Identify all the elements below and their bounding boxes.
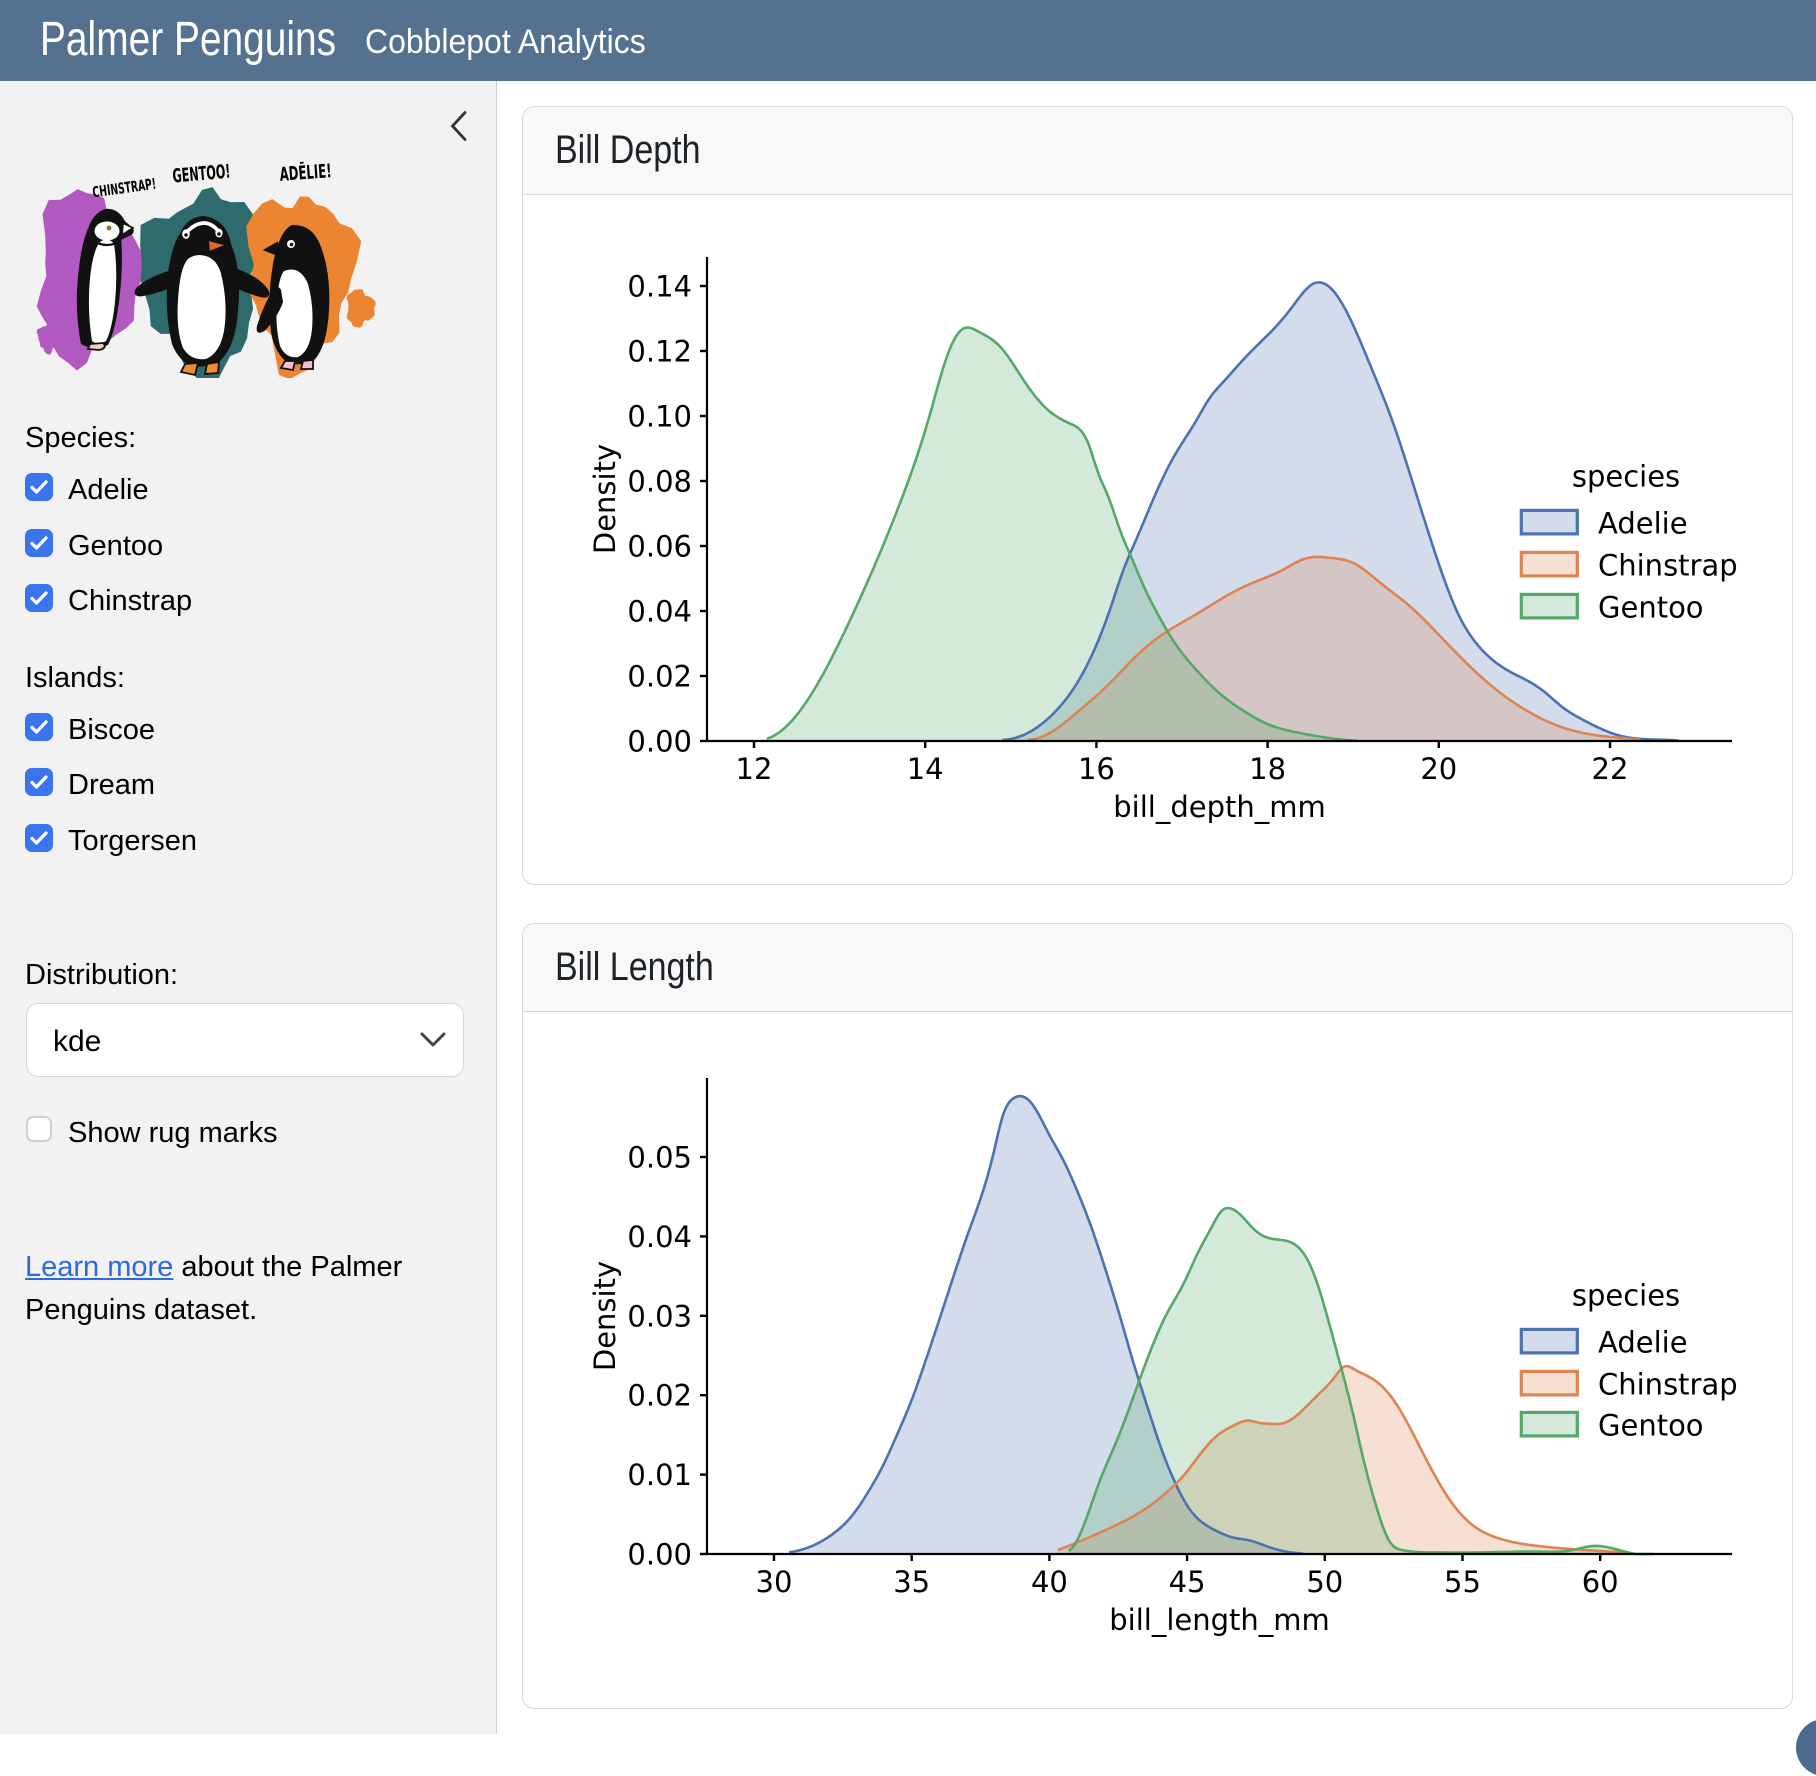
svg-text:0.08: 0.08 <box>627 465 692 499</box>
svg-text:0.02: 0.02 <box>627 1379 692 1413</box>
svg-text:ADĒLIE!: ADĒLIE! <box>279 159 332 186</box>
svg-text:Adelie: Adelie <box>1598 1326 1688 1360</box>
svg-text:60: 60 <box>1582 1565 1619 1599</box>
svg-text:species: species <box>1572 460 1680 494</box>
svg-text:0.14: 0.14 <box>627 270 692 304</box>
svg-text:0.05: 0.05 <box>627 1141 692 1175</box>
svg-text:Gentoo: Gentoo <box>1598 591 1704 625</box>
svg-text:50: 50 <box>1306 1565 1343 1599</box>
svg-text:Density: Density <box>588 444 622 554</box>
svg-text:Chinstrap: Chinstrap <box>1598 1368 1738 1402</box>
svg-text:Density: Density <box>588 1261 622 1371</box>
svg-text:35: 35 <box>893 1565 930 1599</box>
svg-text:12: 12 <box>736 752 773 786</box>
svg-text:0.00: 0.00 <box>627 725 692 759</box>
svg-text:CHINSTRAP!: CHINSTRAP! <box>91 175 157 202</box>
svg-text:Adelie: Adelie <box>1598 507 1688 541</box>
svg-text:18: 18 <box>1249 752 1286 786</box>
svg-text:0.10: 0.10 <box>627 400 692 434</box>
svg-text:40: 40 <box>1031 1565 1068 1599</box>
svg-text:55: 55 <box>1444 1565 1481 1599</box>
svg-text:0.01: 0.01 <box>627 1458 692 1492</box>
svg-text:Chinstrap: Chinstrap <box>1598 549 1738 583</box>
svg-text:22: 22 <box>1592 752 1629 786</box>
svg-text:0.02: 0.02 <box>627 660 692 694</box>
svg-text:GENTOO!: GENTOO! <box>172 161 232 188</box>
svg-text:0.12: 0.12 <box>627 335 692 369</box>
svg-text:Gentoo: Gentoo <box>1598 1409 1704 1443</box>
svg-text:14: 14 <box>907 752 944 786</box>
svg-text:0.00: 0.00 <box>627 1538 692 1572</box>
svg-text:0.06: 0.06 <box>627 530 692 564</box>
svg-text:45: 45 <box>1169 1565 1206 1599</box>
svg-text:20: 20 <box>1420 752 1457 786</box>
svg-text:0.04: 0.04 <box>627 595 692 629</box>
svg-text:30: 30 <box>756 1565 793 1599</box>
svg-text:bill_length_mm: bill_length_mm <box>1109 1603 1330 1637</box>
svg-text:0.04: 0.04 <box>627 1220 692 1254</box>
svg-text:16: 16 <box>1078 752 1115 786</box>
svg-text:0.03: 0.03 <box>627 1299 692 1333</box>
svg-text:species: species <box>1572 1279 1680 1313</box>
svg-text:bill_depth_mm: bill_depth_mm <box>1113 790 1326 824</box>
